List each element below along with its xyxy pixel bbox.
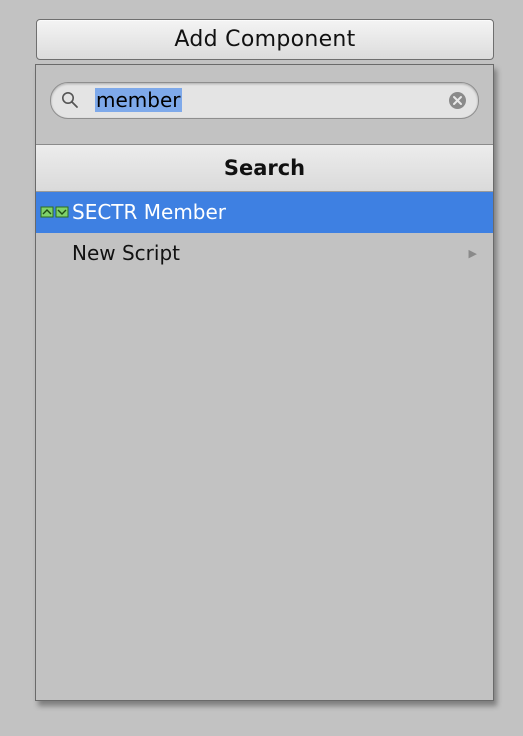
search-area: member bbox=[36, 65, 493, 145]
list-item-label: SECTR Member bbox=[72, 200, 227, 224]
search-results-header: Search bbox=[36, 145, 493, 192]
search-icon bbox=[62, 92, 78, 108]
list-item-new-script[interactable]: New Script ▶ bbox=[36, 233, 493, 274]
search-field[interactable]: member bbox=[50, 82, 479, 119]
results-list: SECTR Member New Script ▶ bbox=[36, 192, 493, 274]
add-component-popup: member Search SECTR Member New Script ▶ bbox=[35, 64, 494, 701]
editor-background: Add Component member Search SECTR Member… bbox=[0, 0, 523, 736]
submenu-arrow-icon: ▶ bbox=[468, 247, 477, 260]
script-component-icon bbox=[40, 206, 69, 218]
search-input[interactable]: member bbox=[95, 88, 435, 112]
clear-search-icon[interactable] bbox=[448, 91, 467, 110]
list-item-sectr-member[interactable]: SECTR Member bbox=[36, 192, 493, 233]
add-component-button[interactable]: Add Component bbox=[36, 19, 494, 60]
list-item-label: New Script bbox=[72, 241, 180, 265]
search-input-value: member bbox=[95, 88, 182, 112]
